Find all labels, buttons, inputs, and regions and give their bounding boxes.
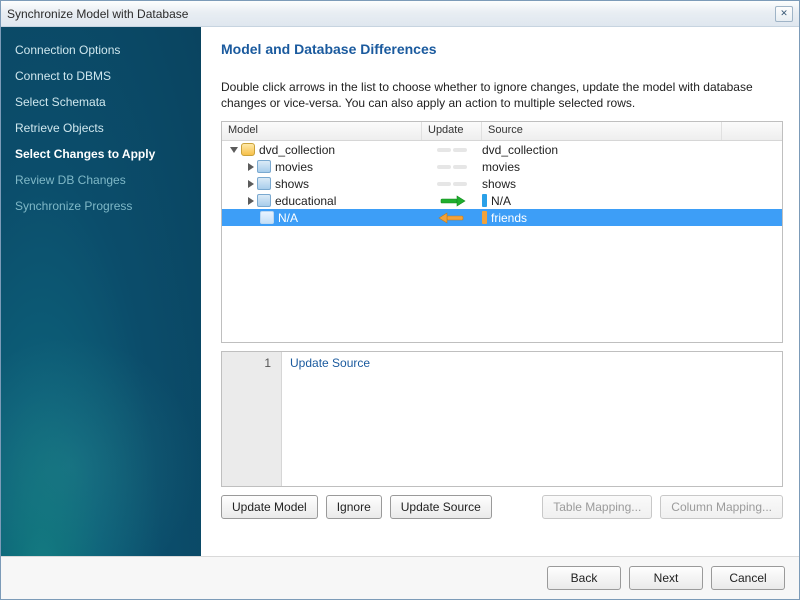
tree-source-label: friends [491, 211, 527, 225]
page-heading: Model and Database Differences [221, 41, 783, 57]
detail-panel: 1 Update Source [221, 351, 783, 487]
tree-source-label: movies [482, 160, 520, 174]
update-arrow-none-icon[interactable] [435, 145, 469, 155]
next-button[interactable]: Next [629, 566, 703, 590]
column-mapping-button: Column Mapping... [660, 495, 783, 519]
table-icon [257, 177, 271, 190]
sidebar-item-synchronize-progress[interactable]: Synchronize Progress [1, 193, 201, 219]
cancel-button[interactable]: Cancel [711, 566, 785, 590]
tree-source-label: dvd_collection [482, 143, 558, 157]
detail-text: Update Source [290, 356, 370, 370]
diff-tree: Model Update Source dvd_collection [221, 121, 783, 343]
status-flag-icon [482, 211, 487, 224]
table-icon [257, 160, 271, 173]
window: Synchronize Model with Database ✕ Connec… [0, 0, 800, 600]
tree-source-label: shows [482, 177, 516, 191]
column-header-update[interactable]: Update [422, 122, 482, 140]
tree-model-label: shows [275, 177, 309, 191]
database-icon [241, 143, 255, 156]
detail-body[interactable]: Update Source [282, 352, 782, 486]
window-title: Synchronize Model with Database [7, 7, 775, 21]
content-pane: Model and Database Differences Double cl… [201, 27, 799, 556]
table-mapping-button: Table Mapping... [542, 495, 652, 519]
status-flag-icon [482, 194, 487, 207]
diff-tree-header: Model Update Source [222, 122, 782, 141]
expand-toggle-icon[interactable] [248, 197, 254, 205]
close-button[interactable]: ✕ [775, 6, 793, 22]
tree-model-label: movies [275, 160, 313, 174]
sidebar-item-connect-dbms[interactable]: Connect to DBMS [1, 63, 201, 89]
action-button-row: Update Model Ignore Update Source Table … [221, 495, 783, 519]
update-arrow-none-icon[interactable] [435, 179, 469, 189]
update-arrow-none-icon[interactable] [435, 162, 469, 172]
expand-toggle-icon[interactable] [248, 180, 254, 188]
expand-toggle-icon[interactable] [230, 147, 238, 153]
titlebar[interactable]: Synchronize Model with Database ✕ [1, 1, 799, 27]
update-arrow-right-icon[interactable] [435, 195, 469, 207]
tree-model-label: dvd_collection [259, 143, 335, 157]
table-icon [260, 211, 274, 224]
sidebar-item-connection-options[interactable]: Connection Options [1, 37, 201, 63]
back-button[interactable]: Back [547, 566, 621, 590]
sidebar-item-review-db-changes[interactable]: Review DB Changes [1, 167, 201, 193]
detail-gutter: 1 [222, 352, 282, 486]
window-body: Connection Options Connect to DBMS Selec… [1, 27, 799, 556]
column-header-source[interactable]: Source [482, 122, 722, 140]
diff-tree-body[interactable]: dvd_collection dvd_collection movies [222, 141, 782, 342]
tree-model-label: educational [275, 194, 336, 208]
wizard-sidebar: Connection Options Connect to DBMS Selec… [1, 27, 201, 556]
expand-toggle-icon[interactable] [248, 163, 254, 171]
tree-row[interactable]: shows shows [222, 175, 782, 192]
table-icon [257, 194, 271, 207]
tree-model-label: N/A [278, 211, 298, 225]
page-description: Double click arrows in the list to choos… [221, 79, 761, 111]
sidebar-item-select-schemata[interactable]: Select Schemata [1, 89, 201, 115]
column-header-end [722, 122, 782, 140]
tree-source-label: N/A [491, 194, 511, 208]
tree-row[interactable]: dvd_collection dvd_collection [222, 141, 782, 158]
wizard-footer: Back Next Cancel [1, 556, 799, 599]
detail-line-number: 1 [264, 356, 271, 370]
column-header-model[interactable]: Model [222, 122, 422, 140]
tree-row[interactable]: educational N/A [222, 192, 782, 209]
update-arrow-left-icon[interactable] [435, 212, 469, 224]
update-source-button[interactable]: Update Source [390, 495, 492, 519]
sidebar-item-retrieve-objects[interactable]: Retrieve Objects [1, 115, 201, 141]
update-model-button[interactable]: Update Model [221, 495, 318, 519]
sidebar-item-select-changes[interactable]: Select Changes to Apply [1, 141, 201, 167]
ignore-button[interactable]: Ignore [326, 495, 382, 519]
close-icon: ✕ [780, 8, 788, 19]
tree-row[interactable]: N/A friends [222, 209, 782, 226]
tree-row[interactable]: movies movies [222, 158, 782, 175]
